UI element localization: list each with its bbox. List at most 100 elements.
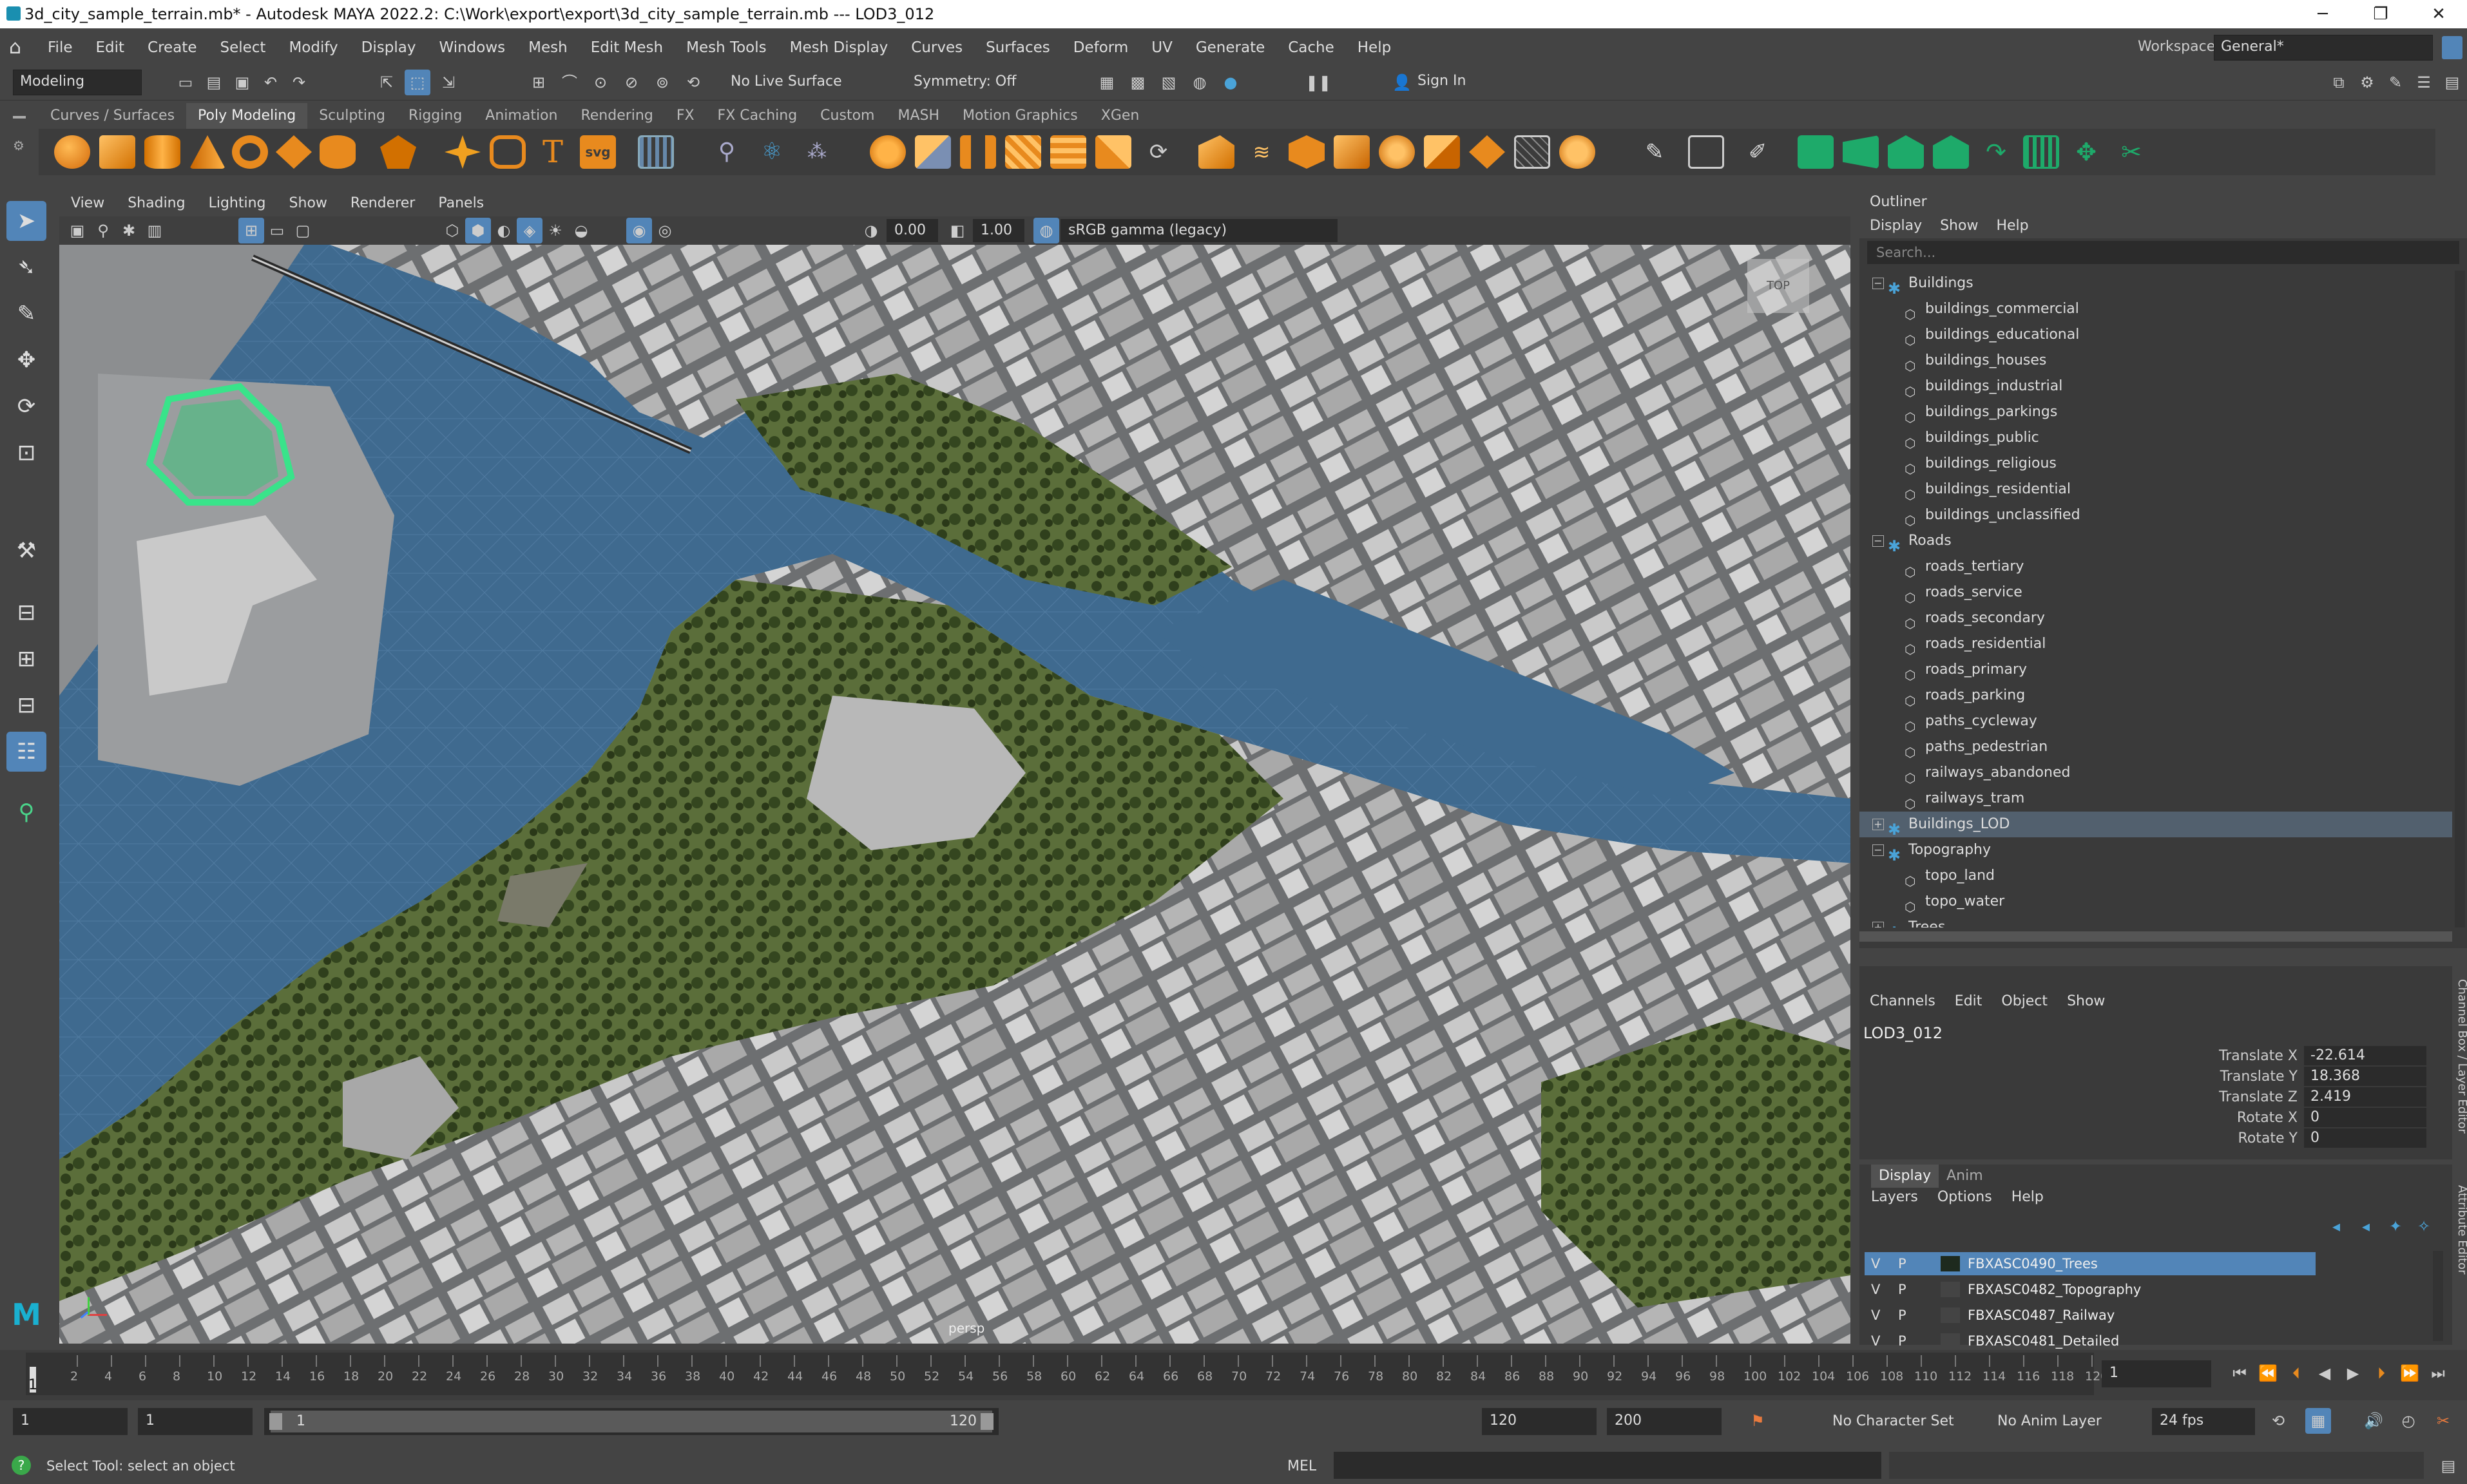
outliner-item[interactable]: ⬡ roads_primary [1859, 657, 2452, 683]
layer-visibility-toggle[interactable]: V [1871, 1329, 1880, 1353]
layer-scrollbar[interactable] [2433, 1251, 2443, 1341]
layer-color-swatch[interactable] [1941, 1256, 1960, 1271]
channelbox-side-tab[interactable]: Channel Box / Layer Editor [2453, 979, 2467, 1185]
sound-icon[interactable]: 🔊 [2361, 1408, 2386, 1434]
last-tool-icon[interactable]: ⚒ [6, 531, 46, 571]
outliner-menu-display[interactable]: Display [1870, 218, 1922, 234]
target-weld-icon[interactable] [1198, 135, 1234, 169]
playback-start-field[interactable]: 1 [138, 1408, 253, 1435]
outliner-item[interactable]: ⬡ railways_abandoned [1859, 760, 2452, 786]
append-icon[interactable] [1095, 135, 1131, 169]
outliner-item[interactable]: ⬡ buildings_public [1859, 425, 2452, 451]
poly-plane-icon[interactable] [276, 135, 312, 169]
menu-select[interactable]: Select [220, 31, 265, 64]
collapse-icon[interactable]: − [1872, 535, 1884, 547]
layer-row[interactable]: V P FBXASC0481_Detailed [1865, 1329, 2432, 1353]
deform-twist-icon[interactable]: ↷ [1978, 135, 2014, 169]
snap-view-icon[interactable]: ⊘ [619, 70, 644, 95]
snap-live-icon[interactable]: ⟲ [680, 70, 706, 95]
layer-visibility-toggle[interactable]: V [1871, 1278, 1880, 1301]
character-set-dropdown[interactable]: No Character Set [1832, 1413, 1954, 1429]
smooth-icon[interactable]: ⁂ [799, 135, 835, 169]
boolean-icon[interactable] [870, 135, 906, 169]
layer-color-swatch[interactable] [1941, 1308, 1960, 1323]
outliner-item[interactable]: − ✱ Roads [1859, 528, 2452, 555]
isolate-select-icon[interactable]: ◉ [626, 218, 652, 243]
layer-playback-toggle[interactable]: P [1898, 1329, 1906, 1353]
poly-cone-icon[interactable] [189, 135, 226, 169]
channel-row[interactable]: Translate Y 18.368 [2104, 1067, 2426, 1087]
channel-name[interactable]: Translate X [2130, 1046, 2298, 1067]
snap-grid-icon[interactable]: ⊞ [526, 70, 552, 95]
outliner-item[interactable]: ⬡ topo_water [1859, 889, 2452, 915]
channel-row[interactable]: Rotate X 0 [2104, 1108, 2426, 1128]
outliner-item[interactable]: + ✱ Trees [1859, 915, 2452, 928]
camera-attributes-icon[interactable]: ▣ [64, 218, 90, 243]
sweep-mesh-icon[interactable] [490, 135, 526, 169]
panel-menu-lighting[interactable]: Lighting [209, 191, 266, 216]
select-component-icon[interactable]: ⇲ [436, 70, 461, 95]
panel-menu-shading[interactable]: Shading [128, 191, 185, 216]
attribute-editor-icon[interactable]: ⚙ [2354, 70, 2380, 95]
deform-lattice-icon[interactable] [1798, 135, 1834, 169]
channel-name[interactable]: Rotate Y [2130, 1128, 2298, 1149]
layer-playback-toggle[interactable]: P [1898, 1278, 1906, 1301]
deform-flare-icon[interactable] [1888, 135, 1924, 169]
viewport-persp[interactable]: TOP persp [59, 245, 1850, 1344]
lights-icon[interactable]: ☀ [542, 218, 568, 243]
deform-cluster-icon[interactable]: ✂ [2113, 135, 2149, 169]
search-icon[interactable]: ⚲ [6, 792, 46, 832]
outliner-item[interactable]: + ✱ Buildings_LOD [1859, 812, 2452, 839]
auto-map-icon[interactable] [1559, 135, 1595, 169]
new-layer-selected-icon[interactable]: ✧ [2411, 1213, 2437, 1239]
colorspace-dropdown[interactable]: sRGB gamma (legacy) [1061, 219, 1338, 242]
layout-outliner-icon[interactable]: ☷ [6, 732, 46, 772]
panel-menu-show[interactable]: Show [289, 191, 327, 216]
textured-icon[interactable]: ◈ [517, 218, 542, 243]
channelbox-menu-show[interactable]: Show [2067, 993, 2105, 1009]
channel-value-field[interactable]: 2.419 [2304, 1087, 2426, 1107]
channel-value-field[interactable]: -22.614 [2304, 1046, 2426, 1065]
deform-bend-icon[interactable] [1843, 135, 1879, 169]
shelf-tab-motion-graphics[interactable]: Motion Graphics [951, 103, 1090, 129]
snap-curve-icon[interactable]: ⌒ [557, 70, 582, 95]
step-forward-key-icon[interactable]: ⏵ [2368, 1360, 2394, 1386]
lock-icon[interactable] [2442, 36, 2462, 59]
uv-editor-icon[interactable] [1688, 135, 1724, 169]
channelbox-object-name[interactable]: LOD3_012 [1863, 1024, 1943, 1042]
deform-wrap-icon[interactable]: ✥ [2068, 135, 2104, 169]
modeling-toolkit-icon[interactable]: ⧉ [2326, 70, 2352, 95]
workspace-dropdown[interactable]: General* [2214, 35, 2433, 61]
ipr-render-icon[interactable]: ▧ [1156, 70, 1182, 95]
shadows-icon[interactable]: ◒ [568, 218, 594, 243]
move-layer-down-icon[interactable]: ◂ [2353, 1213, 2379, 1239]
viewcube[interactable]: TOP [1747, 259, 1809, 313]
save-scene-icon[interactable]: ▣ [229, 70, 255, 95]
poly-cylinder-icon[interactable] [144, 135, 180, 169]
shelf-tab-xgen[interactable]: XGen [1090, 103, 1151, 129]
super-shape-icon[interactable] [445, 135, 481, 169]
collapse-icon[interactable]: − [1872, 278, 1884, 289]
outliner-toggle-icon[interactable]: ▤ [2439, 70, 2465, 95]
outliner-item[interactable]: ⬡ buildings_religious [1859, 451, 2452, 477]
select-object-icon[interactable]: ⬚ [405, 70, 430, 95]
layout-four-icon[interactable]: ⊞ [6, 639, 46, 679]
uv-brush-icon[interactable]: ✐ [1740, 135, 1776, 169]
shelf-options[interactable]: ⚙ [13, 109, 32, 174]
outliner-item[interactable]: ⬡ paths_cycleway [1859, 709, 2452, 734]
outliner-item[interactable]: ⬡ roads_residential [1859, 631, 2452, 657]
layer-menu-layers[interactable]: Layers [1871, 1189, 1918, 1205]
paint-select-icon[interactable]: ✎ [6, 294, 46, 334]
camera-lock-icon[interactable]: ⚲ [90, 218, 116, 243]
range-bar[interactable] [264, 1408, 999, 1435]
menu-deform[interactable]: Deform [1073, 31, 1129, 64]
anim-layer-dropdown[interactable]: No Anim Layer [1997, 1413, 2102, 1429]
maximize-button[interactable]: ❐ [2352, 1, 2410, 27]
layer-playback-toggle[interactable]: P [1898, 1304, 1906, 1327]
menu-cache[interactable]: Cache [1288, 31, 1334, 64]
snap-point-icon[interactable]: ⊙ [588, 70, 613, 95]
channel-row[interactable]: Translate Z 2.419 [2104, 1087, 2426, 1108]
outliner-menu-help[interactable]: Help [1996, 218, 2028, 234]
outliner-item[interactable]: ⬡ roads_tertiary [1859, 554, 2452, 580]
playback-prefs-icon[interactable]: ✂ [2430, 1408, 2456, 1434]
